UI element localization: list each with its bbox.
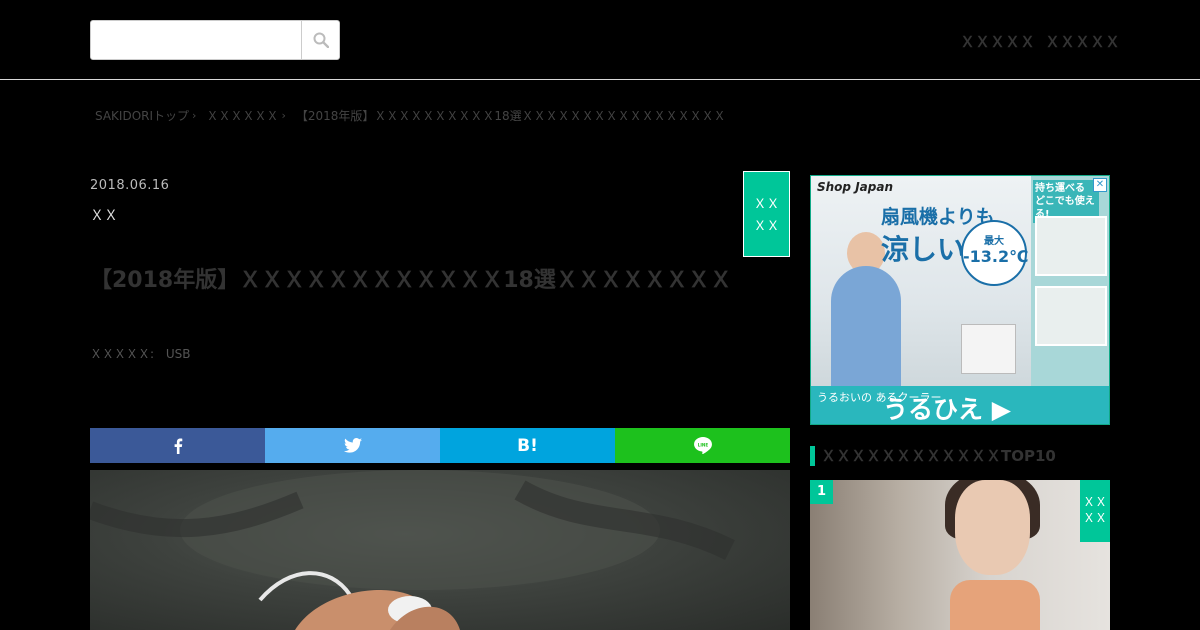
search-input[interactable] — [91, 21, 301, 59]
share-bar: B! LINE — [90, 428, 790, 463]
post-date: 2018.06.16 — [90, 178, 170, 193]
article-title: 【2018年版】ＸＸＸＸＸＸＸＸＸＸＸＸ18選ＸＸＸＸＸＸＸＸＸＸＸＸＸＸＸＸＸ — [90, 268, 730, 293]
share-hatena-button[interactable]: B! — [440, 428, 615, 463]
tag-list: ＸＸＸＸＸ: USB — [90, 345, 191, 362]
hatena-icon: B! — [517, 435, 538, 456]
tags-label: ＸＸＸＸＸ: — [90, 347, 155, 361]
site-header: ＸＸＸＸＸ ＸＸＸＸＸ — [0, 0, 1200, 80]
search-icon — [313, 32, 329, 48]
ranking-item-1[interactable]: 1 ＸＸ ＸＸ — [810, 480, 1110, 630]
chevron-right-icon: › — [281, 109, 286, 122]
tag-usb[interactable]: USB — [166, 347, 191, 361]
rank-ribbon-line-1: ＸＸ — [1082, 495, 1107, 509]
chevron-right-icon: › — [192, 109, 197, 122]
post-category[interactable]: ＸＸ — [90, 205, 118, 225]
category-ribbon-line-1: ＸＸ — [753, 197, 780, 212]
ad-bottom-banner: うるおいの あるクーラー うるひえ ▶ — [811, 386, 1109, 424]
rank-number-badge: 1 — [810, 480, 833, 504]
facebook-icon — [174, 438, 182, 454]
breadcrumb-current: 【2018年版】ＸＸＸＸＸＸＸＸＸＸ18選ＸＸＸＸＸＸＸＸＸＸＸＸＸＸＸＸＸ — [295, 109, 726, 123]
ad-brand-logo: Shop Japan — [817, 180, 893, 194]
sidebar-advertisement[interactable]: Shop Japan 扇風機よりも 涼しい! 最大 -13.2℃ 持ち運べる ど… — [810, 175, 1110, 425]
ad-product-image — [961, 324, 1016, 374]
ad-bottom-big: うるひえ ▶ — [883, 395, 1011, 424]
ad-badge-label: 最大 — [984, 236, 1004, 247]
ad-badge-value: -13.2℃ — [963, 247, 1029, 266]
ad-side-panel: 持ち運べる どこでも使える! — [1031, 176, 1109, 386]
search-box — [90, 20, 340, 60]
ad-main-panel: Shop Japan 扇風機よりも 涼しい! 最大 -13.2℃ — [811, 176, 1031, 386]
breadcrumb: SAKIDORIトップ › ＸＸＸＸＸＸ › 【2018年版】ＸＸＸＸＸＸＸＸＸ… — [95, 107, 726, 124]
article-hero-image — [90, 470, 790, 630]
ad-temperature-badge: 最大 -13.2℃ — [961, 220, 1029, 286]
ad-thumb-2 — [1035, 286, 1107, 346]
hero-photo — [90, 470, 735, 630]
ranking-widget-title: ＸＸＸＸＸＸＸＸＸＸＸＸTOP10 — [810, 446, 1056, 466]
search-button[interactable] — [301, 21, 339, 59]
line-icon: LINE — [693, 437, 712, 454]
rank-category-ribbon: ＸＸ ＸＸ — [1080, 480, 1110, 542]
svg-text:LINE: LINE — [697, 442, 708, 447]
nav-link-1[interactable]: ＸＸＸＸＸ — [960, 31, 1035, 52]
ad-close-icon[interactable]: ✕ — [1093, 178, 1107, 192]
twitter-icon — [343, 438, 362, 453]
page: ＸＸＸＸＸ ＸＸＸＸＸ SAKIDORIトップ › ＸＸＸＸＸＸ › 【2018… — [0, 0, 1200, 630]
category-ribbon: ＸＸ ＸＸ — [743, 171, 790, 257]
breadcrumb-category[interactable]: ＸＸＸＸＸＸ — [206, 107, 278, 124]
nav-link-2[interactable]: ＸＸＸＸＸ — [1045, 31, 1120, 52]
rank-photo-face — [955, 480, 1030, 575]
ad-thumb-1 — [1035, 216, 1107, 276]
rank-photo-body — [950, 580, 1040, 630]
rank-ribbon-line-2: ＸＸ — [1082, 511, 1107, 525]
breadcrumb-home[interactable]: SAKIDORIトップ — [95, 107, 189, 124]
ad-model-body — [831, 266, 901, 386]
share-twitter-button[interactable] — [265, 428, 440, 463]
share-facebook-button[interactable] — [90, 428, 265, 463]
category-ribbon-line-2: ＸＸ — [753, 219, 780, 234]
header-nav: ＸＸＸＸＸ ＸＸＸＸＸ — [960, 31, 1120, 52]
share-line-button[interactable]: LINE — [615, 428, 790, 463]
